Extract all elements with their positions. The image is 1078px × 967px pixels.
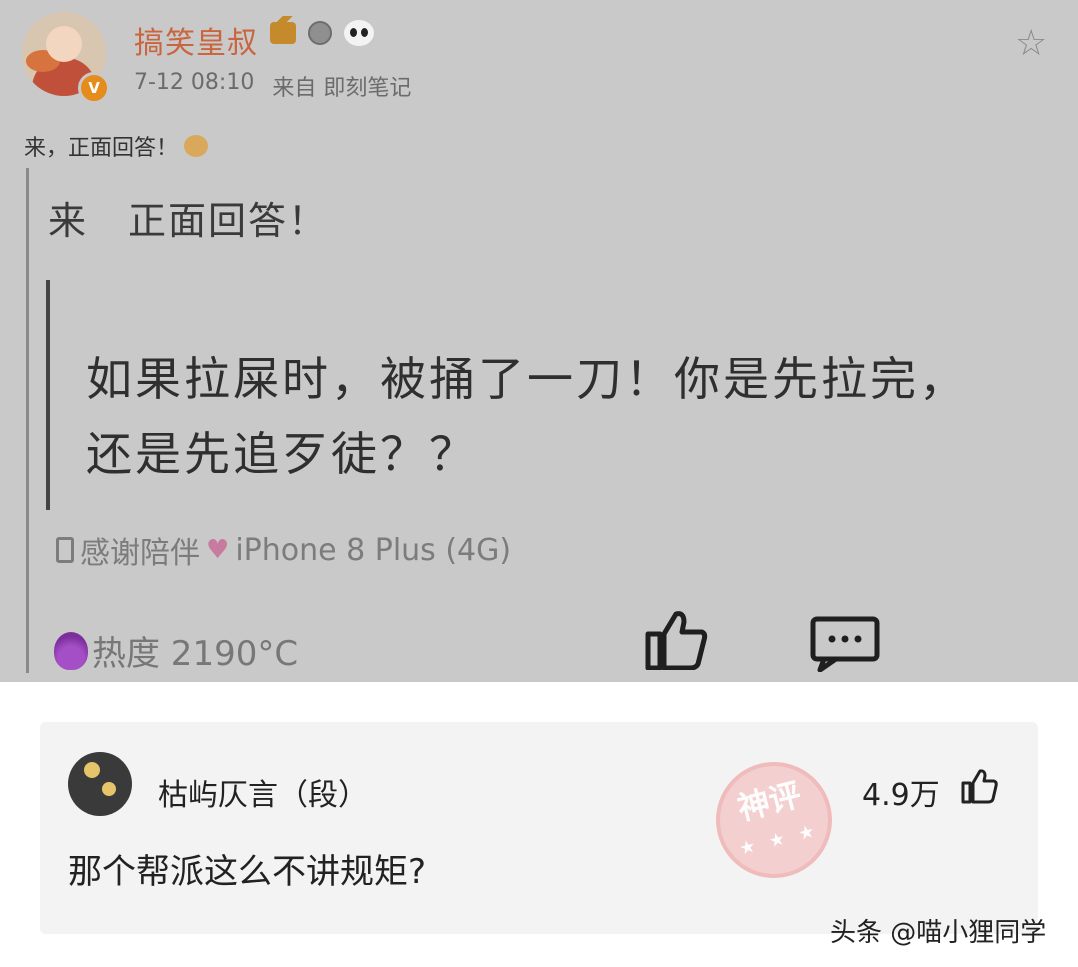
- weibo-post: V 搞笑皇叔 7-12 08:10 来自 即刻笔记 ☆ 来，正面回答！ 来 正面…: [0, 0, 1078, 682]
- flame-icon: [54, 631, 88, 670]
- panda-badge-icon: [344, 20, 374, 46]
- post-time: 7-12 08:10: [134, 70, 255, 95]
- stamp-dots: ★ ★ ★: [737, 819, 821, 860]
- thumbs-up-icon[interactable]: [960, 768, 998, 804]
- stamp-label: 神评: [733, 775, 806, 828]
- quote-divider: [46, 280, 50, 510]
- avatar-face: [46, 26, 82, 62]
- comment-icon[interactable]: [810, 616, 880, 672]
- comment-text: 那个帮派这么不讲规矩?: [68, 852, 427, 892]
- post-text-content: 来，正面回答！: [24, 136, 179, 161]
- post-meta: 7-12 08:10 来自 即刻笔记: [134, 70, 411, 102]
- post-username[interactable]: 搞笑皇叔: [134, 18, 258, 62]
- commenter-avatar[interactable]: [68, 752, 132, 816]
- medal-badge-icon: [308, 21, 332, 45]
- device-line: 感谢陪伴 ♥ iPhone 8 Plus (4G): [56, 528, 511, 572]
- hot-comment-stamp: 神评 ★ ★ ★: [703, 749, 845, 891]
- doge-emoji-icon: [184, 135, 209, 157]
- user-badges: [270, 16, 374, 46]
- heat-indicator: 热度 2190°C: [54, 626, 298, 675]
- phone-icon: [56, 537, 74, 563]
- crown-badge-icon: [270, 16, 296, 44]
- comment-like-count: 4.9万: [862, 778, 940, 813]
- watermark: 头条 @喵小狸同学: [830, 918, 1047, 948]
- device-model: iPhone 8 Plus (4G): [235, 532, 512, 568]
- post-text: 来，正面回答！: [24, 130, 209, 162]
- verified-badge: V: [78, 72, 110, 104]
- heart-icon: ♥: [206, 535, 230, 565]
- heat-label: 热度 2190°C: [92, 634, 299, 674]
- quote-text: 如果拉屎时，被捅了一刀！你是先拉完，还是先追歹徒？？: [86, 352, 968, 481]
- commenter-name[interactable]: 枯屿仄言（段）: [158, 770, 368, 814]
- device-label: 感谢陪伴: [80, 536, 200, 571]
- thumbs-up-icon[interactable]: [642, 608, 708, 670]
- repost-divider: [26, 168, 29, 673]
- post-source[interactable]: 来自 即刻笔记: [272, 70, 411, 102]
- comment-card: 枯屿仄言（段） 神评 ★ ★ ★ 4.9万 那个帮派这么不讲规矩?: [40, 722, 1038, 934]
- star-icon[interactable]: ☆: [1015, 26, 1047, 62]
- repost-text: 来 正面回答！: [48, 199, 329, 243]
